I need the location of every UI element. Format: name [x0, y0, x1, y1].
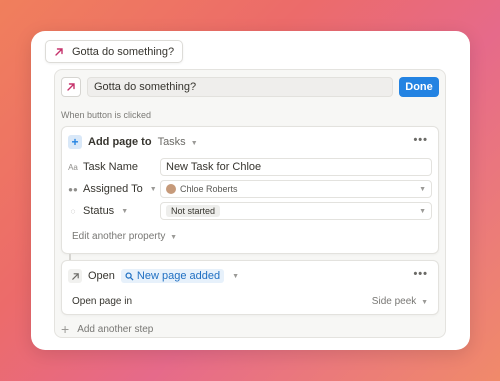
trigger-label: When button is clicked — [61, 110, 152, 120]
people-icon: ●● — [68, 184, 78, 194]
database-select[interactable]: Tasks ▼ — [158, 136, 198, 148]
avatar — [166, 184, 176, 194]
property-label: Assigned To — [83, 183, 143, 195]
open-target-label: New page added — [136, 270, 221, 282]
button-config: Done When button is clicked + Add page t… — [54, 69, 446, 338]
chevron-down-icon: ▼ — [419, 185, 426, 193]
add-page-step: + Add page to Tasks ▼ ••• Aa Task Name N… — [61, 126, 439, 254]
open-mode-select[interactable]: Side peek ▼ — [372, 296, 428, 307]
open-action-label: Open — [88, 270, 115, 282]
edit-another-label: Edit another property — [72, 231, 166, 242]
property-label: Status — [83, 205, 115, 217]
open-target-select[interactable]: New page added — [120, 269, 225, 283]
chevron-down-icon: ▼ — [170, 234, 178, 241]
done-button[interactable]: Done — [399, 77, 439, 97]
more-options-button[interactable]: ••• — [413, 268, 428, 280]
property-label: Task Name — [83, 161, 139, 173]
arrow-up-right-icon — [52, 45, 66, 59]
button-icon-picker[interactable] — [61, 77, 81, 97]
assigned-to-field[interactable]: Chloe Roberts ▼ — [160, 180, 432, 198]
task-name-field[interactable]: New Task for Chloe — [160, 158, 432, 176]
button-editor-panel: Gotta do something? Done When button is … — [31, 31, 470, 350]
chevron-down-icon: ▼ — [149, 185, 157, 193]
database-name: Tasks — [157, 136, 186, 148]
status-tag: Not started — [166, 205, 221, 217]
chevron-down-icon: ▼ — [121, 207, 129, 215]
open-step: Open New page added ▼ ••• Open page in S… — [61, 260, 439, 315]
edit-another-property-button[interactable]: Edit another property ▼ — [72, 231, 177, 242]
chevron-down-icon: ▼ — [421, 298, 428, 306]
status-icon: ◌ — [70, 206, 76, 216]
chevron-down-icon: ▼ — [232, 272, 240, 280]
open-page-in-row: Open page in Side peek ▼ — [72, 294, 428, 308]
chevron-down-icon: ▼ — [419, 207, 426, 215]
button-chip-label: Gotta do something? — [72, 45, 175, 58]
property-name[interactable]: ●● Assigned To ▼ — [68, 183, 160, 195]
plus-icon: + — [61, 321, 70, 337]
status-field[interactable]: Not started ▼ — [160, 202, 432, 220]
property-row-status: ◌ Status ▼ Not started ▼ — [68, 202, 432, 220]
property-name[interactable]: Aa Task Name — [68, 161, 160, 173]
arrow-up-right-icon — [64, 80, 78, 94]
text-property-icon: Aa — [68, 162, 78, 172]
arrow-up-right-icon — [68, 269, 82, 283]
property-row-assigned-to: ●● Assigned To ▼ Chloe Roberts ▼ — [68, 180, 432, 198]
search-icon — [125, 271, 134, 281]
title-row: Done — [61, 76, 439, 98]
more-options-button[interactable]: ••• — [413, 134, 428, 146]
add-page-action-label: Add page to — [88, 136, 152, 148]
assignee-name: Chloe Roberts — [180, 184, 238, 194]
button-name-input[interactable] — [87, 77, 393, 97]
open-step-header: Open New page added ▼ ••• — [68, 268, 432, 284]
button-chip[interactable]: Gotta do something? — [45, 40, 184, 63]
add-another-step-button[interactable]: + Add another step — [61, 322, 153, 336]
open-mode-value: Side peek — [371, 295, 417, 307]
task-name-value: New Task for Chloe — [166, 161, 262, 173]
add-step-label: Add another step — [77, 323, 154, 335]
add-page-header: + Add page to Tasks ▼ ••• — [68, 134, 432, 150]
open-page-in-label: Open page in — [72, 295, 133, 307]
chevron-down-icon: ▼ — [190, 140, 198, 147]
plus-icon: + — [68, 135, 82, 149]
property-name[interactable]: ◌ Status ▼ — [68, 205, 160, 217]
property-row-task-name: Aa Task Name New Task for Chloe — [68, 158, 432, 176]
